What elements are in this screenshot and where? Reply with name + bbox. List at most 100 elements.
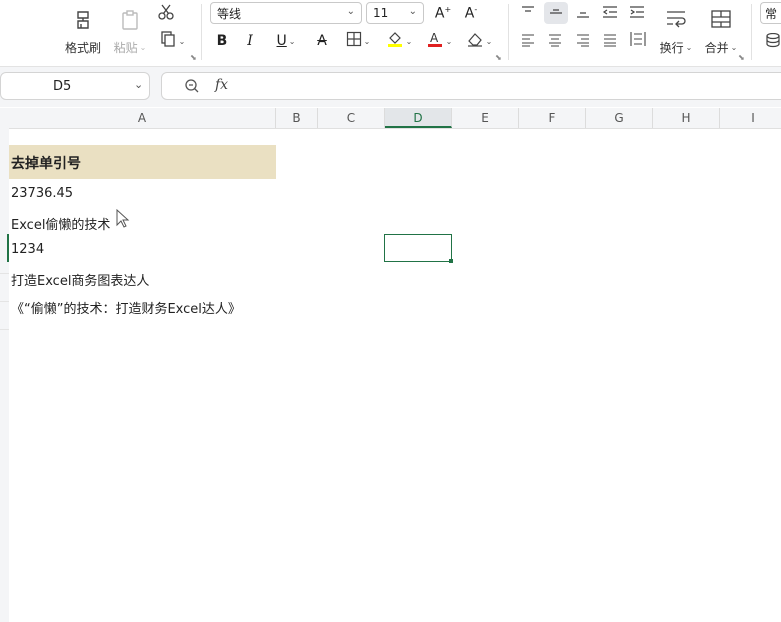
paste-button[interactable]: 粘贴 ⌄ — [110, 4, 150, 60]
decrease-indent-button[interactable] — [600, 3, 620, 23]
row-divider — [0, 301, 9, 302]
mouse-pointer-icon — [116, 208, 130, 233]
formula-input[interactable] — [242, 73, 781, 99]
cell-a5-text: 1234 — [11, 242, 45, 257]
chevron-down-icon: ⌄ — [685, 42, 693, 52]
row-divider — [0, 329, 9, 330]
column-header-a[interactable]: A — [9, 108, 276, 128]
align-center-icon — [548, 32, 562, 51]
format-painter-icon — [72, 9, 94, 33]
italic-button[interactable]: I — [240, 31, 260, 51]
insert-function-button[interactable]: fx — [215, 77, 228, 93]
font-size-value: 11 — [373, 6, 389, 20]
column-header-i[interactable]: I — [720, 108, 781, 128]
justify-button[interactable] — [600, 31, 620, 51]
column-header-e[interactable]: E — [452, 108, 519, 128]
increase-font-size-button[interactable]: A+ — [432, 3, 454, 23]
cell-a4[interactable]: Excel偷懒的技术 — [9, 209, 276, 235]
format-painter-button[interactable]: 格式刷 — [62, 4, 104, 60]
cell-a7[interactable]: 《“偷懒”的技术：打造财务Excel达人》 — [9, 293, 309, 319]
dialog-launcher-icon[interactable]: ⬊ — [738, 53, 745, 62]
column-headers: A B C D E F G H I — [0, 108, 781, 129]
font-name-value: 等线 — [217, 6, 242, 21]
italic-icon: I — [247, 33, 253, 49]
row-headers[interactable] — [0, 128, 9, 622]
cell-a5[interactable]: 1234 — [9, 237, 276, 263]
active-cell-d5[interactable] — [384, 234, 452, 262]
align-bottom-icon — [576, 4, 590, 23]
justify-icon — [603, 32, 617, 51]
cell-a2[interactable]: 去掉单引号 — [9, 145, 276, 179]
paint-bucket-icon — [386, 30, 404, 52]
column-header-c[interactable]: C — [318, 108, 385, 128]
align-right-icon — [576, 32, 590, 51]
wrap-text-button[interactable]: 换行 ⌄ — [656, 4, 696, 60]
number-format-button[interactable] — [764, 33, 781, 51]
merge-cells-icon — [710, 9, 732, 33]
underline-icon: U — [276, 33, 287, 49]
bold-button[interactable]: B — [212, 31, 232, 51]
copy-button[interactable]: ⌄ — [156, 31, 188, 51]
separator — [201, 4, 202, 60]
chevron-down-icon: ⌄ — [408, 6, 417, 17]
cell-a3[interactable]: 23736.45 — [9, 181, 276, 207]
fill-color-button[interactable]: ⌄ — [383, 31, 415, 51]
cell-a6[interactable]: 打造Excel商务图表达人 — [9, 265, 276, 291]
align-middle-button[interactable] — [544, 2, 568, 24]
format-painter-label: 格式刷 — [64, 40, 101, 55]
borders-icon — [346, 31, 362, 51]
fill-handle[interactable] — [449, 259, 453, 263]
increase-indent-button[interactable] — [627, 3, 647, 23]
clipboard-icon — [119, 9, 141, 33]
decrease-font-size-button[interactable]: A- — [460, 3, 482, 23]
wrap-text-icon — [665, 9, 687, 33]
merge-button[interactable]: 合并 ⌄ — [701, 4, 741, 60]
chevron-down-icon: ⌄ — [485, 36, 493, 46]
chevron-down-icon: ⌄ — [139, 42, 147, 52]
font-name-select[interactable]: 等线 ⌄ — [210, 2, 362, 24]
column-header-d[interactable]: D — [385, 108, 452, 128]
chevron-down-icon: ⌄ — [405, 36, 413, 46]
cell-a3-text: 23736.45 — [11, 186, 74, 201]
borders-button[interactable]: ⌄ — [342, 31, 374, 51]
row-divider — [0, 273, 9, 274]
underline-button[interactable]: U ⌄ — [270, 31, 302, 51]
ribbon-toolbar: 格式刷 粘贴 ⌄ ⌄ ⬊ 等线 ⌄ 11 ⌄ A+ A- B I U ⌄ A ⌄… — [0, 0, 781, 67]
cell-a6-text: 打造Excel商务图表达人 — [11, 274, 150, 289]
chevron-down-icon: ⌄ — [178, 36, 186, 46]
cell-a7-text: 《“偷懒”的技术：打造财务Excel达人》 — [11, 302, 241, 317]
separator — [751, 4, 752, 60]
cell-a2-text: 去掉单引号 — [11, 156, 81, 172]
column-header-b[interactable]: B — [276, 108, 318, 128]
dialog-launcher-icon[interactable]: ⬊ — [190, 53, 197, 62]
chevron-down-icon: ⌄ — [730, 42, 738, 52]
scissors-icon — [157, 3, 175, 25]
align-right-button[interactable] — [573, 31, 593, 51]
cut-button[interactable] — [154, 3, 178, 25]
align-bottom-button[interactable] — [573, 3, 593, 23]
strikethrough-button[interactable]: A — [312, 31, 332, 51]
distributed-align-button[interactable] — [628, 31, 648, 51]
column-header-g[interactable]: G — [586, 108, 653, 128]
clear-button[interactable]: ⌄ — [463, 31, 495, 51]
chevron-down-icon: ⌄ — [445, 36, 453, 46]
chevron-down-icon[interactable]: ⌄ — [134, 78, 143, 91]
align-top-button[interactable] — [518, 3, 538, 23]
font-size-select[interactable]: 11 ⌄ — [366, 2, 424, 24]
column-header-h[interactable]: H — [653, 108, 720, 128]
chevron-down-icon: ⌄ — [346, 6, 355, 17]
bold-icon: B — [216, 33, 228, 49]
name-box[interactable]: D5 ⌄ — [0, 72, 150, 100]
font-color-button[interactable]: A ⌄ — [423, 31, 455, 51]
paste-label: 粘贴 — [113, 40, 138, 55]
name-box-value: D5 — [53, 79, 72, 94]
strikethrough-icon: A — [317, 33, 327, 49]
formula-input-area: fx — [161, 72, 781, 100]
number-format-select[interactable]: 常 — [760, 2, 781, 24]
font-size-increase-icon: A+ — [434, 4, 452, 22]
column-header-f[interactable]: F — [519, 108, 586, 128]
align-center-button[interactable] — [545, 31, 565, 51]
zoom-search-icon[interactable] — [184, 78, 200, 98]
dialog-launcher-icon[interactable]: ⬊ — [495, 53, 502, 62]
align-left-button[interactable] — [518, 31, 538, 51]
